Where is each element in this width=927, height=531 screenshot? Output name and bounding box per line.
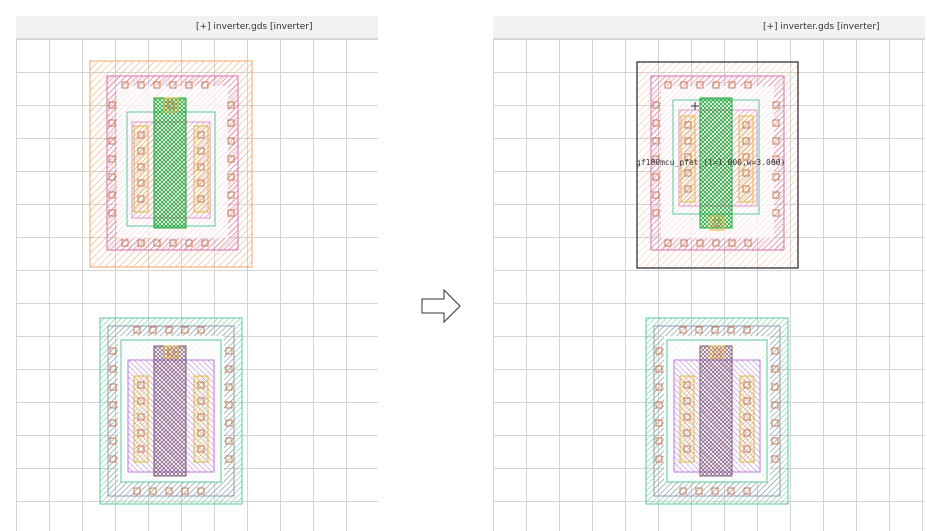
layout-view-after[interactable]: [+] inverter.gds [inverter] gf180mcu_pfe…	[493, 16, 925, 531]
nfet-cell[interactable]	[99, 317, 243, 505]
nfet-cell[interactable]	[645, 317, 789, 505]
layout-view-before[interactable]: [+] inverter.gds [inverter]	[16, 16, 378, 531]
cell-instance-label: gf180mcu_pfet_(l=1.000,w=3.000)	[636, 158, 785, 167]
pfet-cell[interactable]	[89, 60, 253, 268]
right-arrow-icon	[421, 288, 461, 324]
layout-canvas[interactable]: gf180mcu_pfet_(l=1.000,w=3.000)	[493, 16, 925, 531]
pfet-cell-selected[interactable]: gf180mcu_pfet_(l=1.000,w=3.000)	[636, 61, 799, 269]
layout-canvas[interactable]	[16, 16, 378, 531]
